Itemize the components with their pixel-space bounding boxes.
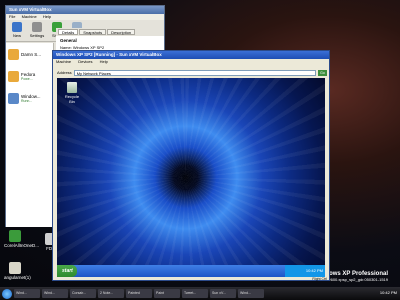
guest-taskbar: start 10:42 PM xyxy=(57,265,325,277)
new-label: New xyxy=(12,33,21,38)
details-tabs: Details Snapshots Description xyxy=(56,28,164,36)
taskbar-button[interactable]: Tweet... xyxy=(182,289,208,298)
taskbar-button[interactable]: Painted xyxy=(126,289,152,298)
guest-window-title[interactable]: Windows XP SP2 [Running] - Sun xVM Virtu… xyxy=(53,51,329,59)
vm-list-item[interactable]: Window... Runn... xyxy=(6,87,53,109)
vbox-title[interactable]: Sun xVM VirtualBox xyxy=(6,6,164,14)
taskbar-button[interactable]: Paint xyxy=(154,289,180,298)
taskbar-button[interactable]: Wind... xyxy=(42,289,68,298)
document-icon xyxy=(9,262,21,274)
recycle-bin-icon xyxy=(67,82,77,93)
vm-os-icon xyxy=(8,92,19,104)
details-heading: General xyxy=(60,38,77,43)
desktop-icon-angular[interactable]: angularnet(1) xyxy=(4,262,31,280)
vm-state: Powe... xyxy=(21,76,33,81)
taskbar-button[interactable]: Wind... xyxy=(238,289,264,298)
guest-menubar: Machine Devices Help xyxy=(53,59,329,65)
host-clock: 10:42 PM xyxy=(379,290,397,295)
taskbar-button[interactable]: Sun xV... xyxy=(210,289,236,298)
vm-list-item[interactable]: Damn S... xyxy=(6,43,53,65)
starburst-wallpaper xyxy=(57,78,325,277)
taskbar-button[interactable]: 2 Note... xyxy=(98,289,124,298)
vm-name: Window... xyxy=(21,93,41,99)
recycle-bin[interactable]: Recycle Bin xyxy=(63,82,81,104)
start-orb-icon[interactable] xyxy=(2,288,12,299)
host-taskbar: Wind... Wind... Corsair... 2 Note... Pai… xyxy=(0,287,400,300)
taskbar-button[interactable]: Wind... xyxy=(14,289,40,298)
new-button[interactable]: New xyxy=(9,22,25,39)
vm-list: Damn S... Fedora Powe... Window... Runn.… xyxy=(6,43,54,227)
menu-machine[interactable]: Machine xyxy=(22,14,37,19)
menu-devices[interactable]: Devices xyxy=(78,59,92,64)
go-button[interactable]: Go xyxy=(318,69,327,76)
address-input[interactable]: My Network Places xyxy=(73,69,316,76)
settings-button[interactable]: Settings xyxy=(29,22,45,39)
desktop-icon-label: CorelAllInOneD... xyxy=(4,243,40,248)
menu-file[interactable]: File xyxy=(9,14,15,19)
address-bar: Address My Network Places Go xyxy=(57,69,327,76)
address-label: Address xyxy=(57,70,72,75)
vm-os-icon xyxy=(8,48,19,60)
tab-description[interactable]: Description xyxy=(107,29,136,35)
recycle-bin-label: Recycle Bin xyxy=(64,94,80,104)
tab-snapshots[interactable]: Snapshots xyxy=(79,29,107,35)
desktop-icon-label: angularnet(1) xyxy=(4,275,31,280)
tab-details[interactable]: Details xyxy=(58,29,79,35)
menu-help[interactable]: Help xyxy=(43,14,51,19)
menu-machine[interactable]: Machine xyxy=(56,59,71,64)
vm-os-icon xyxy=(8,70,19,82)
taskbar-button[interactable]: Corsair... xyxy=(70,289,96,298)
corel-icon xyxy=(9,230,21,242)
vm-list-item[interactable]: Fedora Powe... xyxy=(6,65,53,87)
menu-help[interactable]: Help xyxy=(100,59,108,64)
gear-icon xyxy=(32,22,42,32)
host-key-status: Right Ctrl xyxy=(312,277,327,281)
settings-label: Settings xyxy=(29,33,45,38)
guest-tray-clock: 10:42 PM xyxy=(285,265,325,277)
vm-name: Damn S... xyxy=(21,51,42,57)
desktop-icon-corel[interactable]: CorelAllInOneD... xyxy=(4,230,39,248)
vm-state: Runn... xyxy=(21,98,33,103)
new-icon xyxy=(12,22,22,32)
start-button[interactable]: start xyxy=(57,265,77,277)
vm-name: Fedora xyxy=(21,71,36,77)
guest-desktop[interactable]: Recycle Bin start 10:42 PM xyxy=(57,78,325,277)
guest-vm-window: Windows XP SP2 [Running] - Sun xVM Virtu… xyxy=(52,50,330,281)
